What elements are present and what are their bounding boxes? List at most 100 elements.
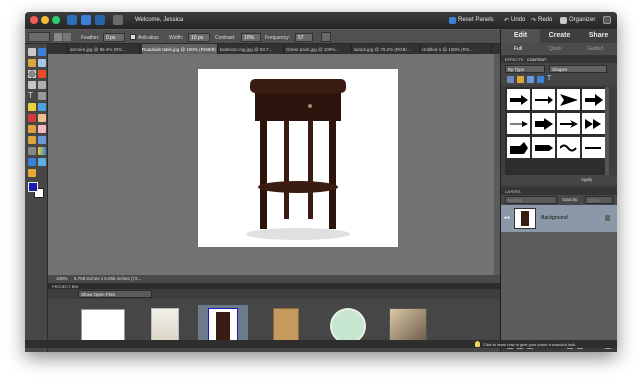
workspace-menu-icon[interactable] (113, 15, 123, 25)
shape-arrow-8[interactable] (582, 113, 605, 134)
table-thumb (208, 308, 238, 344)
zoom-level[interactable]: 100% (56, 276, 68, 281)
layer-background[interactable]: ●● Background (501, 205, 617, 232)
paint-bucket-tool-icon[interactable] (28, 147, 36, 155)
crop-tool-icon[interactable] (38, 92, 46, 100)
shape-arrow-11[interactable] (557, 137, 580, 158)
shape-arrow-3[interactable] (557, 89, 580, 110)
frequency-input[interactable]: 57 (295, 33, 313, 42)
zoom-tool-icon[interactable] (38, 48, 46, 56)
tab-full[interactable]: Full (514, 46, 522, 52)
clone-stamp-tool-icon[interactable] (28, 125, 36, 133)
tab-quick[interactable]: Quick (549, 46, 562, 52)
tab-content[interactable]: CONTENT (527, 57, 546, 62)
shape-arrow-1[interactable] (507, 89, 530, 110)
organizer-button[interactable]: Organizer (569, 17, 595, 23)
reset-panels-icon[interactable] (449, 17, 456, 24)
help-icon[interactable] (95, 15, 105, 25)
shape-arrow-10[interactable] (532, 137, 555, 158)
shape-arrow-7[interactable] (557, 113, 580, 134)
selection-brush-tool-icon[interactable] (38, 81, 46, 89)
tab-green-paint[interactable]: Green paint.jpg @ 100%... (286, 44, 352, 54)
hand-tool-icon[interactable] (28, 59, 36, 67)
save-icon[interactable] (81, 15, 91, 25)
zoom-window-button[interactable] (52, 16, 60, 24)
width-input[interactable]: 10 px (188, 33, 210, 42)
contrast-input[interactable]: 10% (241, 33, 261, 42)
layers-title: LAYERS (505, 189, 521, 194)
bold-arrow-shape-icon (584, 93, 603, 106)
tab-share[interactable]: Share (579, 29, 617, 43)
help-button[interactable] (603, 16, 611, 24)
hint-text[interactable]: Click to learn how to give your photo a … (483, 342, 576, 347)
bridge-icon[interactable] (67, 15, 77, 25)
sponge-tool-icon[interactable] (28, 169, 36, 177)
tab-bedroom-rug[interactable]: bedroom rug.jpg @ 93.7... (220, 44, 284, 54)
tab-edit[interactable]: Edit (501, 29, 540, 43)
pen-pressure-icon[interactable] (321, 32, 331, 42)
healing-brush-tool-icon[interactable] (38, 114, 46, 122)
by-type-dropdown[interactable]: By Type (505, 65, 545, 73)
straighten-tool-icon[interactable] (38, 103, 46, 111)
frames-icon[interactable] (517, 76, 524, 83)
shape-arrow-4[interactable] (582, 89, 605, 110)
tab-roadside-table[interactable]: Roadside table.jpg @ 100% (RGB/8) (142, 44, 218, 54)
reset-panels-button[interactable]: Reset Panels (458, 17, 494, 23)
text-icon[interactable]: T (547, 75, 551, 82)
move-tool-icon[interactable] (28, 48, 36, 56)
lasso-tool-icon[interactable] (38, 70, 46, 78)
blur-tool-icon[interactable] (38, 158, 46, 166)
brush-tool-icon[interactable] (28, 136, 36, 144)
tab-label: armoire.jpg @ 96.4% (RG... (70, 47, 126, 52)
add-selection-icon[interactable] (63, 33, 71, 41)
close-window-button[interactable] (30, 16, 38, 24)
tab-scroll-left[interactable] (48, 44, 68, 54)
eraser-tool-icon[interactable] (38, 125, 46, 133)
anti-alias-checkbox[interactable] (130, 34, 136, 40)
canvas-area[interactable] (48, 54, 500, 275)
shape-arrow-6[interactable] (532, 113, 555, 134)
redo-button[interactable]: Redo (538, 17, 552, 23)
shape-tool-icon[interactable] (28, 158, 36, 166)
redo-icon[interactable]: ↷ (531, 17, 536, 24)
show-open-files-dropdown[interactable]: Show Open Files (78, 290, 152, 298)
tab-effects[interactable]: EFFECTS (505, 57, 523, 62)
tab-guided[interactable]: Guided (587, 46, 603, 52)
dash-arrow-shape-icon (584, 146, 601, 149)
shapes-icon[interactable] (537, 76, 544, 83)
minimize-window-button[interactable] (41, 16, 49, 24)
opacity-input[interactable]: 100% (585, 196, 613, 204)
tab-untitled[interactable]: Untitled-1 @ 100% (RG... (422, 44, 492, 54)
blend-mode-dropdown[interactable]: Normal (505, 196, 557, 204)
new-selection-icon[interactable] (54, 33, 62, 41)
undo-button[interactable]: Undo (511, 17, 525, 23)
feather-input[interactable]: 0 px (103, 33, 125, 42)
shape-arrow-9[interactable] (507, 137, 530, 158)
marquee-tool-icon[interactable] (28, 70, 36, 78)
lasso-preset-picker[interactable] (28, 32, 50, 42)
tab-armoire[interactable]: armoire.jpg @ 96.4% (RG... (70, 44, 140, 54)
category-dropdown[interactable]: Shapes (549, 65, 607, 73)
shape-arrow-2[interactable] (532, 89, 555, 110)
shape-arrow-12[interactable] (582, 137, 605, 158)
gradient-tool-icon[interactable] (38, 147, 46, 155)
by-type-label: By Type (508, 67, 525, 72)
graphics-icon[interactable] (527, 76, 534, 83)
backgrounds-icon[interactable] (507, 76, 514, 83)
shapes-scrollbar[interactable] (605, 87, 609, 175)
cookie-cutter-tool-icon[interactable] (28, 103, 36, 111)
document-image[interactable] (198, 69, 398, 247)
eyedropper-tool-icon[interactable] (38, 59, 46, 67)
smart-brush-tool-icon[interactable] (38, 136, 46, 144)
visibility-eye-icon[interactable]: ●● (504, 215, 510, 221)
type-tool-icon[interactable]: T (28, 92, 36, 100)
organizer-icon[interactable] (560, 17, 567, 24)
tab-lamps[interactable]: lamps.jpg @ 79.2% (RGB/... (354, 44, 420, 54)
magic-wand-tool-icon[interactable] (28, 81, 36, 89)
red-eye-tool-icon[interactable] (28, 114, 36, 122)
shape-arrow-5[interactable] (507, 113, 530, 134)
foreground-color-swatch[interactable] (28, 182, 38, 192)
tab-create[interactable]: Create (540, 29, 579, 43)
apply-button[interactable]: Apply (581, 177, 592, 182)
undo-icon[interactable]: ↶ (504, 17, 509, 24)
